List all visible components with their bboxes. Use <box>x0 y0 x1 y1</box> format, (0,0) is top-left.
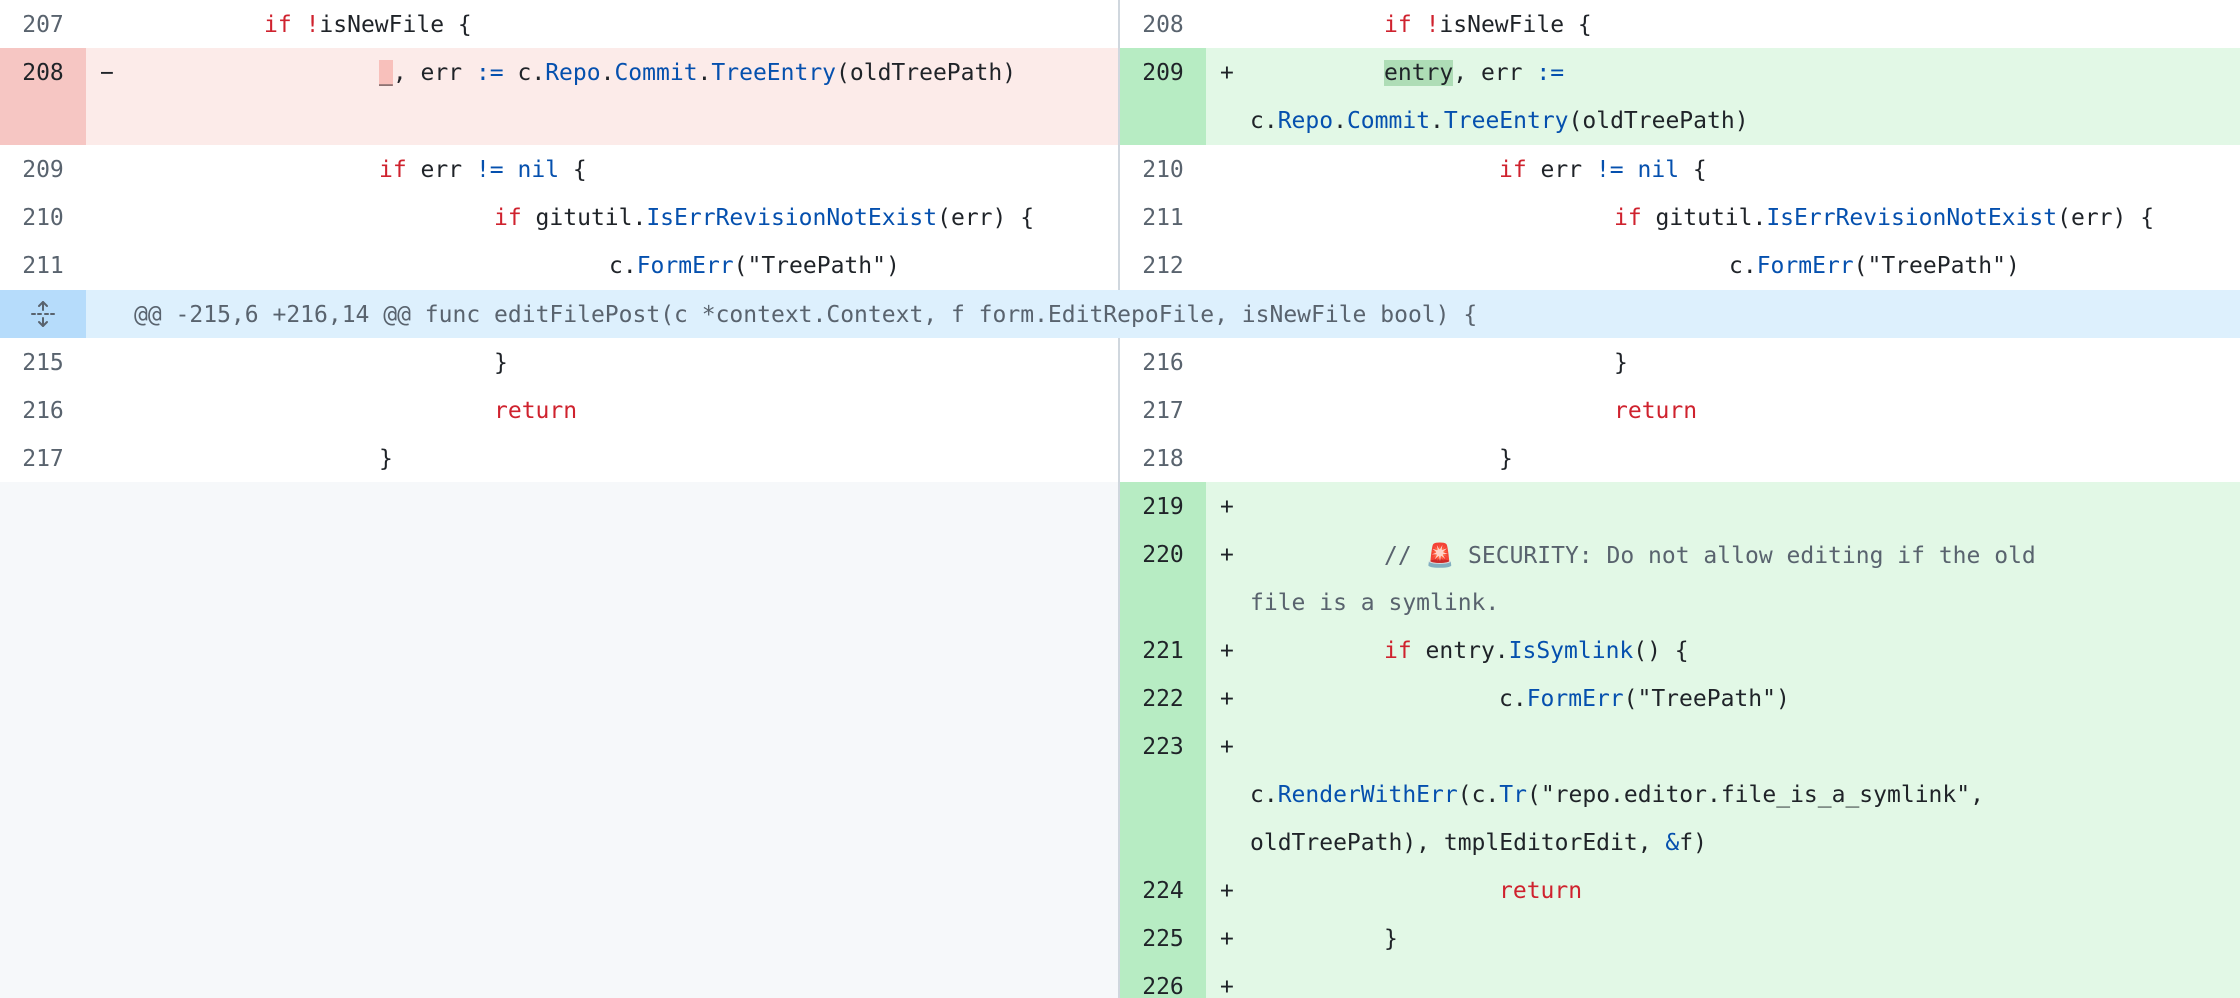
split-diff-view: 207 if !isNewFile { 208 if !isNewFile { … <box>0 0 2240 998</box>
code-line-wrap: c.RenderWithErr(c.Tr("repo.editor.file_i… <box>1250 782 1984 808</box>
line-number[interactable]: 226 <box>1120 962 1206 998</box>
addition-marker: + <box>1206 482 1250 530</box>
diff-row-added: 219 + <box>1120 482 2240 530</box>
hunk-header: @@ -215,6 +216,14 @@ func editFilePost(c… <box>0 290 2240 338</box>
code-line-wrap: c.Repo.Commit.TreeEntry(oldTreePath) <box>1250 108 1749 134</box>
empty-left-pane <box>0 482 1120 998</box>
code-line: _, err := c.Repo.Commit.TreeEntry(oldTre… <box>379 60 1017 86</box>
code-line: return <box>1614 398 1698 424</box>
diff-row-added: 220 + // 🚨 SECURITY: Do not allow editin… <box>1120 530 2240 626</box>
code-line: c.FormErr("TreePath") <box>1499 686 1790 712</box>
diff-row: 207 if !isNewFile { 208 if !isNewFile { <box>0 0 2240 48</box>
addition-marker: + <box>1206 674 1250 722</box>
expand-hunk-button[interactable] <box>0 290 86 338</box>
line-number[interactable]: 215 <box>0 338 86 386</box>
code-line: if entry.IsSymlink() { <box>1384 638 1689 664</box>
line-number[interactable]: 210 <box>1120 145 1206 193</box>
code-line: } <box>494 350 508 376</box>
diff-row-added: 225 + } <box>1120 914 2240 962</box>
deletion-marker: − <box>86 48 130 145</box>
line-number[interactable]: 224 <box>1120 866 1206 914</box>
code-line: if err != nil { <box>1499 157 1707 183</box>
line-number[interactable]: 209 <box>1120 48 1206 145</box>
line-number[interactable]: 217 <box>0 434 86 482</box>
diff-row: 209 if err != nil { 210 if err != nil { <box>0 145 2240 193</box>
added-block: 219 + 220 + // 🚨 SECURITY: Do not allow … <box>1120 482 2240 998</box>
line-number[interactable]: 216 <box>0 386 86 434</box>
diff-row-added: 226 + <box>1120 962 2240 998</box>
code-line: } <box>1384 926 1398 952</box>
diff-row-added: 222 + c.FormErr("TreePath") <box>1120 674 2240 722</box>
diff-row: 211 c.FormErr("TreePath") 212 c.FormErr(… <box>0 241 2240 290</box>
diff-row: 210 if gitutil.IsErrRevisionNotExist(err… <box>0 193 2240 241</box>
code-line: if err != nil { <box>379 157 587 183</box>
addition-marker: + <box>1206 530 1250 626</box>
code-line: c.FormErr("TreePath") <box>609 253 900 279</box>
code-line: c.FormErr("TreePath") <box>1729 253 2020 279</box>
addition-marker: + <box>1206 626 1250 674</box>
diff-row: 216 return 217 return <box>0 386 2240 434</box>
line-number[interactable]: 210 <box>0 193 86 241</box>
diff-row-changed: 208 − _, err := c.Repo.Commit.TreeEntry(… <box>0 48 2240 145</box>
code-comment-wrap: file is a symlink. <box>1250 590 1500 616</box>
line-number[interactable]: 207 <box>0 0 86 48</box>
line-number[interactable]: 221 <box>1120 626 1206 674</box>
code-line-wrap: oldTreePath), tmplEditorEdit, &f) <box>1250 830 1707 856</box>
hunk-header-text: @@ -215,6 +216,14 @@ func editFilePost(c… <box>134 302 1478 328</box>
addition-marker: + <box>1206 48 1250 145</box>
line-number[interactable]: 211 <box>1120 193 1206 241</box>
line-number[interactable]: 223 <box>1120 722 1206 866</box>
diff-row-added: 221 + if entry.IsSymlink() { <box>1120 626 2240 674</box>
code-line: return <box>1499 878 1583 904</box>
line-number[interactable]: 225 <box>1120 914 1206 962</box>
line-number[interactable]: 217 <box>1120 386 1206 434</box>
code-line: if gitutil.IsErrRevisionNotExist(err) { <box>494 205 1035 231</box>
addition-marker: + <box>1206 962 1250 998</box>
code-comment: // 🚨 SECURITY: Do not allow editing if t… <box>1384 543 2036 569</box>
diff-row: 215 } 216 } <box>0 338 2240 386</box>
diff-row: 217 } 218 } <box>0 434 2240 482</box>
addition-marker: + <box>1206 722 1250 866</box>
code-line: } <box>379 446 393 472</box>
line-number[interactable]: 209 <box>0 145 86 193</box>
unfold-icon <box>31 301 55 327</box>
addition-marker: + <box>1206 866 1250 914</box>
line-number[interactable]: 216 <box>1120 338 1206 386</box>
code-line: } <box>1499 446 1513 472</box>
line-number[interactable]: 211 <box>0 241 86 290</box>
line-number[interactable]: 222 <box>1120 674 1206 722</box>
code-line: if !isNewFile { <box>264 12 472 38</box>
code-line: if gitutil.IsErrRevisionNotExist(err) { <box>1614 205 2155 231</box>
code-line: return <box>494 398 578 424</box>
diff-row-added: 224 + return <box>1120 866 2240 914</box>
line-number[interactable]: 208 <box>0 48 86 145</box>
line-number[interactable]: 208 <box>1120 0 1206 48</box>
line-number[interactable]: 218 <box>1120 434 1206 482</box>
code-line: entry, err := <box>1384 60 1565 86</box>
code-line: if !isNewFile { <box>1384 12 1592 38</box>
line-number[interactable]: 219 <box>1120 482 1206 530</box>
code-line: } <box>1614 350 1628 376</box>
addition-marker: + <box>1206 914 1250 962</box>
line-number[interactable]: 220 <box>1120 530 1206 626</box>
line-number[interactable]: 212 <box>1120 241 1206 290</box>
diff-row-added: 223 + c.RenderWithErr(c.Tr("repo.editor.… <box>1120 722 2240 866</box>
